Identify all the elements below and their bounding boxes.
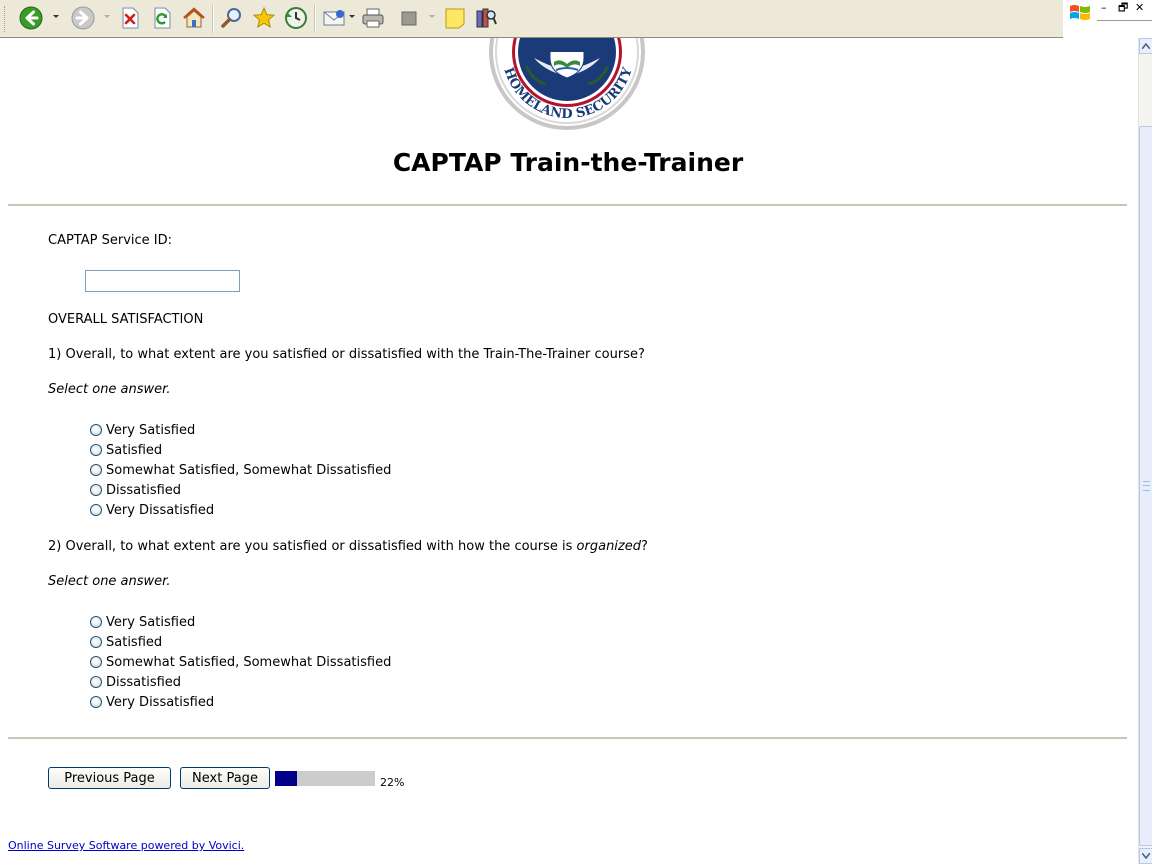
question-2-text: 2) Overall, to what extent are you satis… <box>48 539 648 554</box>
minimize-button[interactable]: – <box>1101 2 1107 14</box>
q1-option-very-satisfied[interactable]: Very Satisfied <box>90 421 195 439</box>
stop-icon[interactable] <box>117 5 143 31</box>
edit-icon[interactable] <box>396 5 422 31</box>
scrollbar-thumb[interactable] <box>1139 126 1152 846</box>
vertical-scrollbar[interactable] <box>1138 38 1152 864</box>
refresh-icon[interactable] <box>149 5 175 31</box>
mail-icon[interactable] <box>321 5 347 31</box>
windows-logo-icon <box>1068 2 1092 28</box>
q1-option-very-dissatisfied[interactable]: Very Dissatisfied <box>90 501 214 519</box>
q2-option-very-dissatisfied[interactable]: Very Dissatisfied <box>90 693 214 711</box>
radio-icon[interactable] <box>90 484 102 496</box>
browser-toolbar <box>0 0 1063 38</box>
q2-option-neutral[interactable]: Somewhat Satisfied, Somewhat Dissatisfie… <box>90 653 391 671</box>
progress-percent: 22% <box>380 776 405 789</box>
scroll-down-arrow-icon[interactable] <box>1139 848 1152 864</box>
q2-option-satisfied[interactable]: Satisfied <box>90 633 162 651</box>
mail-dropdown-icon[interactable] <box>349 15 355 18</box>
search-icon[interactable] <box>219 5 245 31</box>
toolbar-grip[interactable] <box>4 6 8 32</box>
history-icon[interactable] <box>283 5 309 31</box>
print-icon[interactable] <box>360 5 386 31</box>
question-2-instruction: Select one answer. <box>48 574 171 589</box>
progress-bar <box>275 771 375 786</box>
previous-page-button[interactable]: Previous Page <box>48 767 171 789</box>
radio-icon[interactable] <box>90 504 102 516</box>
edit-dropdown-icon[interactable] <box>429 15 435 18</box>
radio-icon[interactable] <box>90 696 102 708</box>
discuss-icon[interactable] <box>442 5 468 31</box>
scroll-up-arrow-icon[interactable] <box>1139 38 1152 54</box>
progress-bar-fill <box>275 771 297 786</box>
question-1-text: 1) Overall, to what extent are you satis… <box>48 347 645 362</box>
forward-icon[interactable] <box>70 5 96 31</box>
home-icon[interactable] <box>181 5 207 31</box>
section-label: OVERALL SATISFACTION <box>48 312 204 327</box>
service-id-input[interactable] <box>85 270 240 292</box>
radio-icon[interactable] <box>90 616 102 628</box>
page-title: CAPTAP Train-the-Trainer <box>392 148 744 177</box>
q1-option-dissatisfied[interactable]: Dissatisfied <box>90 481 181 499</box>
question-1-instruction: Select one answer. <box>48 382 171 397</box>
radio-icon[interactable] <box>90 636 102 648</box>
vovici-footer-link[interactable]: Online Survey Software powered by Vovici… <box>8 839 244 852</box>
radio-icon[interactable] <box>90 424 102 436</box>
radio-icon[interactable] <box>90 676 102 688</box>
next-page-button[interactable]: Next Page <box>180 767 270 789</box>
forward-dropdown-icon[interactable] <box>104 15 110 18</box>
radio-icon[interactable] <box>90 444 102 456</box>
divider-bottom <box>8 737 1127 740</box>
back-dropdown-icon[interactable] <box>53 15 59 18</box>
service-id-label: CAPTAP Service ID: <box>48 233 173 248</box>
research-icon[interactable] <box>473 5 499 31</box>
q2-option-very-satisfied[interactable]: Very Satisfied <box>90 613 195 631</box>
q1-option-neutral[interactable]: Somewhat Satisfied, Somewhat Dissatisfie… <box>90 461 391 479</box>
favorites-icon[interactable] <box>251 5 277 31</box>
divider-top <box>8 204 1127 207</box>
radio-icon[interactable] <box>90 464 102 476</box>
dhs-seal-logo: HOMELAND SECURITY <box>488 38 648 136</box>
q2-option-dissatisfied[interactable]: Dissatisfied <box>90 673 181 691</box>
back-icon[interactable] <box>18 5 44 31</box>
q1-option-satisfied[interactable]: Satisfied <box>90 441 162 459</box>
close-button[interactable]: ✕ <box>1135 2 1144 14</box>
radio-icon[interactable] <box>90 656 102 668</box>
restore-button[interactable]: 🗗 <box>1118 2 1128 14</box>
